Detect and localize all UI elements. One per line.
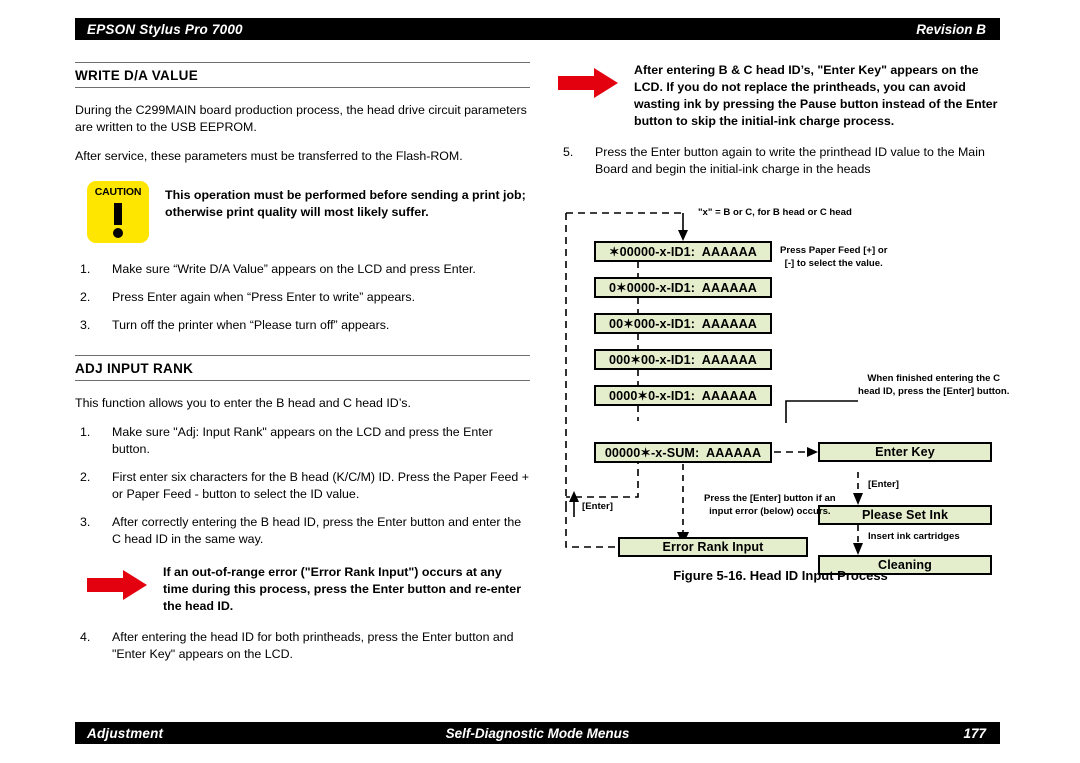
step-text: Turn off the printer when “Please turn o… xyxy=(112,317,390,332)
flowchart-note-enter-on-error: Press the [Enter] button if an input err… xyxy=(704,493,836,517)
step-number: 3. xyxy=(80,317,91,332)
flowchart-lcd-box-5: 0000✶0-x-ID1: AAAAAA xyxy=(594,385,772,406)
step-number: 4. xyxy=(80,630,91,644)
red-arrow-icon xyxy=(558,66,620,100)
list-item: 5. Press the Enter button again to write … xyxy=(558,144,1003,178)
step-text: First enter six characters for the B hea… xyxy=(112,470,529,501)
exclamation-stem-icon xyxy=(114,202,122,225)
flowchart-lcd-box-1: ✶00000-x-ID1: AAAAAA xyxy=(594,241,772,262)
header-revision-label: Revision B xyxy=(916,21,986,37)
page-footer-bar: Adjustment Self-Diagnostic Mode Menus 17… xyxy=(75,722,1000,744)
step-number: 3. xyxy=(80,515,91,529)
arrow-note-right: After entering B & C head ID’s, "Enter K… xyxy=(558,62,1003,130)
exclamation-dot-icon xyxy=(113,227,123,238)
left-column: WRITE D/A VALUE During the C299MAIN boar… xyxy=(75,62,530,674)
arrow-note-left: If an out-of-range error ("Error Rank In… xyxy=(75,564,530,615)
step-number: 1. xyxy=(80,261,91,276)
flowchart-box-please-set-ink: Please Set Ink xyxy=(818,505,992,525)
list-item: 2. First enter six characters for the B h… xyxy=(75,469,530,503)
page-header-bar: EPSON Stylus Pro 7000 Revision B xyxy=(75,18,1000,40)
list-item: 2. Press Enter again when “Press Enter to… xyxy=(75,289,530,306)
flowchart-box-enter-key: Enter Key xyxy=(818,442,992,462)
flowchart-label-enter-2: [Enter] xyxy=(868,479,899,490)
paragraph-write-da-1: During the C299MAIN board production pro… xyxy=(75,103,527,134)
adj-input-steps-list-a: 1. Make sure "Adj: Input Rank" appears on… xyxy=(75,424,530,548)
flowchart-label-enter-1: [Enter] xyxy=(582,501,613,512)
flowchart-lcd-box-6: 00000✶-x-SUM: AAAAAA xyxy=(594,442,772,463)
caution-note-text: This operation must be performed before … xyxy=(165,187,526,219)
red-arrow-icon xyxy=(87,568,149,602)
flowchart-lcd-box-3: 00✶000-x-ID1: AAAAAA xyxy=(594,313,772,334)
flowchart-note-x-definition: "x" = B or C, for B head or C head xyxy=(698,207,852,218)
step-text: Press Enter again when “Press Enter to w… xyxy=(112,289,416,304)
footer-chapter-label: Self-Diagnostic Mode Menus xyxy=(445,725,630,741)
list-item: 3. Turn off the printer when “Please turn… xyxy=(75,317,530,334)
paragraph-adj-intro: This function allows you to enter the B … xyxy=(75,395,411,410)
list-item: 1. Make sure “Write D/A Value” appears on… xyxy=(75,261,530,278)
step-number: 2. xyxy=(80,289,91,304)
step-number: 1. xyxy=(80,425,91,439)
list-item: 3. After correctly entering the B head ID… xyxy=(75,514,530,548)
step-text: After entering the head ID for both prin… xyxy=(112,630,514,661)
right-column: After entering B & C head ID’s, "Enter K… xyxy=(558,62,1003,189)
step-text: Make sure “Write D/A Value” appears on t… xyxy=(112,261,476,276)
step-text: Make sure "Adj: Input Rank" appears on t… xyxy=(112,425,493,456)
flowchart-note-paper-feed: Press Paper Feed [+] or [-] to select th… xyxy=(780,245,888,269)
step-number: 5. xyxy=(563,145,574,159)
list-item: 1. Make sure "Adj: Input Rank" appears on… xyxy=(75,424,530,458)
footer-page-number: 177 xyxy=(963,725,986,741)
list-item: 4. After entering the head ID for both pr… xyxy=(75,629,530,663)
section-heading-adj-input-rank: ADJ INPUT RANK xyxy=(75,354,530,381)
flowchart-lcd-box-4: 000✶00-x-ID1: AAAAAA xyxy=(594,349,772,370)
step-text: Press the Enter button again to write th… xyxy=(595,145,985,176)
flowchart-box-error-rank-input: Error Rank Input xyxy=(618,537,808,557)
arrow-note-right-text: After entering B & C head ID’s, "Enter K… xyxy=(634,63,998,128)
arrow-note-left-text: If an out-of-range error ("Error Rank In… xyxy=(163,565,522,613)
paragraph-write-da-2: After service, these parameters must be … xyxy=(75,149,463,163)
caution-icon-label: CAUTION xyxy=(94,185,142,198)
adj-input-steps-list-b: 4. After entering the head ID for both pr… xyxy=(75,629,530,663)
step-number: 2. xyxy=(80,470,91,484)
figure-caption: Figure 5-16. Head ID Input Process xyxy=(673,568,888,583)
caution-note: CAUTION This operation must be performed… xyxy=(75,180,530,243)
flowchart-lcd-box-2: 0✶0000-x-ID1: AAAAAA xyxy=(594,277,772,298)
step-text: After correctly entering the B head ID, … xyxy=(112,515,522,546)
write-da-steps-list: 1. Make sure “Write D/A Value” appears on… xyxy=(75,261,530,334)
right-steps-list: 5. Press the Enter button again to write … xyxy=(558,144,1003,178)
flowchart-note-finished-entering: When finished entering the C head ID, pr… xyxy=(858,373,1010,397)
caution-icon: CAUTION xyxy=(87,180,149,243)
flowchart-label-insert-ink: Insert ink cartridges xyxy=(868,531,960,542)
header-product-title: EPSON Stylus Pro 7000 xyxy=(87,21,243,37)
section-heading-write-da-value: WRITE D/A VALUE xyxy=(75,62,530,88)
head-id-input-process-flowchart: "x" = B or C, for B head or C head ✶0000… xyxy=(558,205,1010,575)
